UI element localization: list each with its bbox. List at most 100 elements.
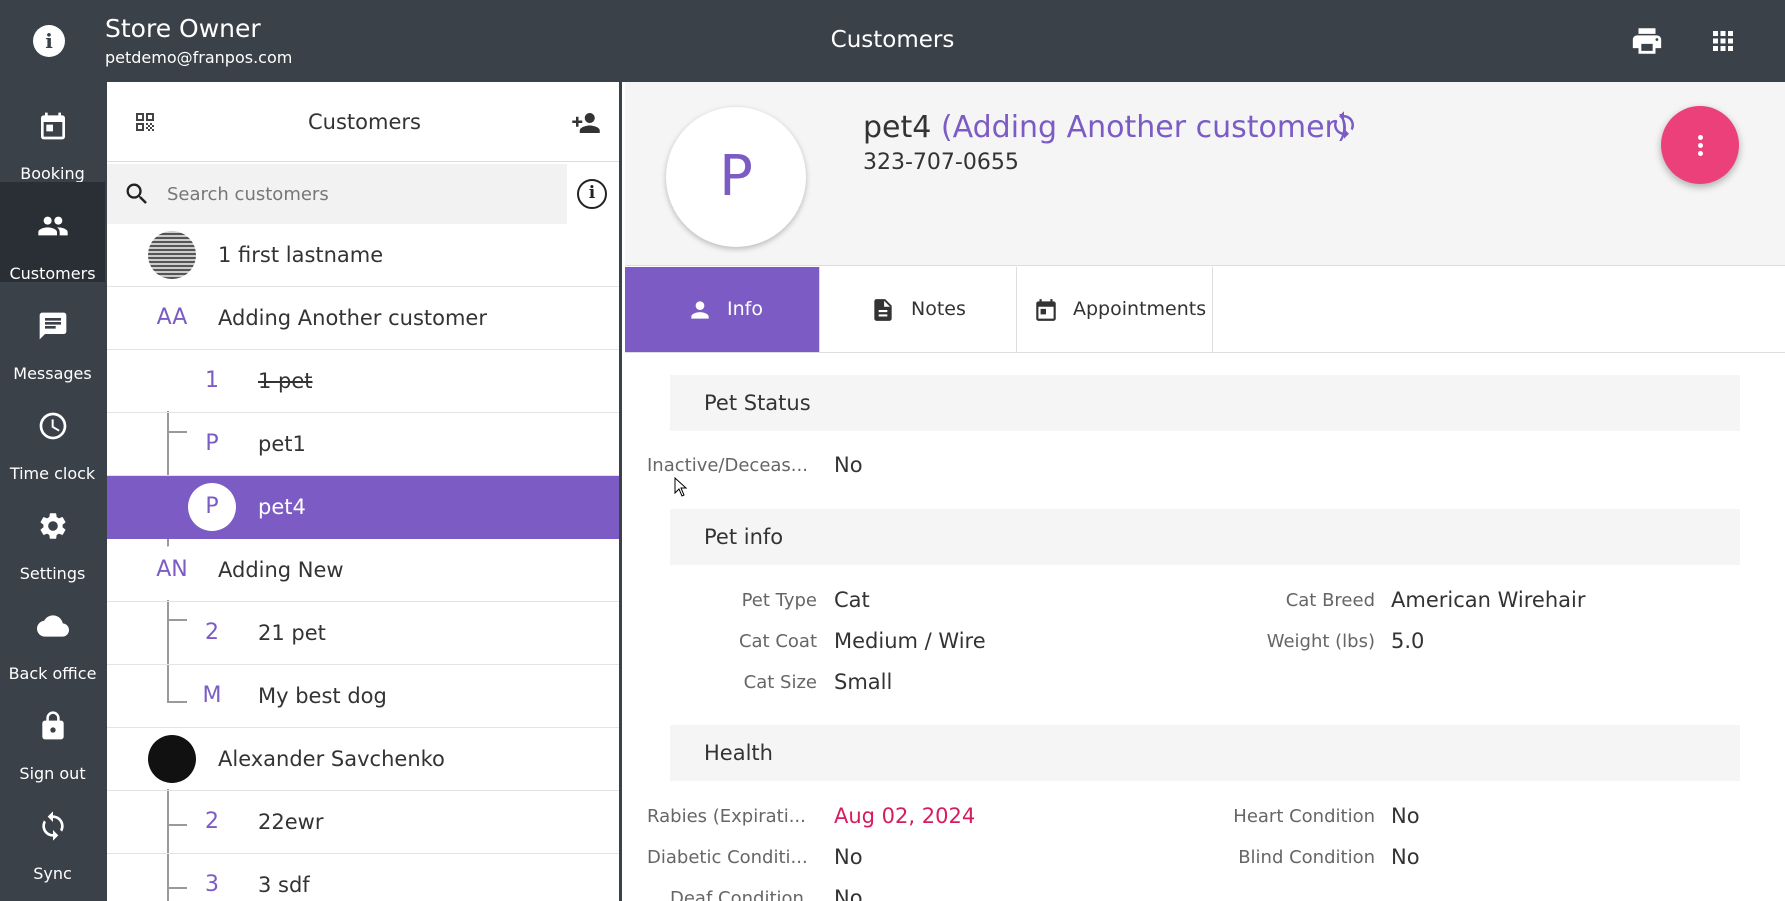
field-value: No (834, 886, 863, 901)
refresh-icon[interactable] (1329, 110, 1359, 140)
field-label: Diabetic Conditi... (647, 847, 808, 868)
avatar: 3 (188, 861, 236, 901)
section-title: Health (704, 741, 773, 765)
more-vert-icon (1698, 135, 1703, 140)
field-value: Medium / Wire (834, 629, 986, 653)
list-item-pet-selected[interactable]: P pet4 (107, 476, 619, 539)
list-item-label: 21 pet (258, 621, 326, 645)
page-title: Customers (830, 27, 955, 53)
avatar: P (188, 483, 236, 531)
list-item-label: 3 sdf (258, 873, 310, 897)
list-item-pet[interactable]: 3 3 sdf (107, 854, 619, 901)
nav-label: Messages (13, 364, 92, 383)
avatar: M (188, 672, 236, 720)
avatar: 2 (188, 798, 236, 846)
list-item-label: Alexander Savchenko (218, 747, 445, 771)
field-value: American Wirehair (1391, 588, 1586, 612)
field-label: Cat Size (743, 672, 817, 693)
field-value: Small (834, 670, 893, 694)
list-item-pet[interactable]: 1 1 pet (107, 350, 619, 413)
people-icon (38, 216, 68, 236)
print-icon[interactable] (1630, 24, 1664, 58)
search-input[interactable] (167, 176, 547, 212)
nav-customers[interactable]: Customers (0, 182, 105, 283)
search-icon (126, 183, 147, 204)
avatar (148, 231, 196, 279)
list-item-customer[interactable]: AN Adding New (107, 539, 619, 602)
nav-label: Booking (20, 164, 85, 183)
avatar: 2 (188, 609, 236, 657)
sync-icon (42, 811, 64, 841)
pet-avatar: P (666, 107, 806, 247)
calendar-icon (1036, 299, 1056, 321)
field-label: Blind Condition (1238, 847, 1375, 868)
section-health: Health (670, 725, 1740, 781)
nav-time-clock[interactable]: Time clock (0, 382, 105, 483)
apps-grid-icon[interactable] (1708, 26, 1738, 56)
nav-settings[interactable]: Settings (0, 482, 105, 583)
section-pet-status: Pet Status (670, 375, 1740, 431)
tab-label: Info (727, 298, 763, 320)
nav-messages[interactable]: Messages (0, 282, 105, 383)
section-title: Pet info (704, 525, 784, 549)
field-value: 5.0 (1391, 629, 1425, 653)
info-icon[interactable]: i (577, 179, 607, 209)
list-item-pet[interactable]: P pet1 (107, 413, 619, 476)
nav-label: Time clock (9, 464, 96, 483)
list-item-label: 1 first lastname (218, 243, 384, 267)
nav-sync[interactable]: Sync (0, 782, 105, 883)
list-item-customer[interactable]: AA Adding Another customer (107, 287, 619, 350)
tab-notes[interactable]: Notes (820, 267, 1017, 352)
field-value: Cat (834, 588, 870, 612)
phone-number: 323-707-0655 (863, 150, 1019, 175)
tab-info[interactable]: Info (625, 267, 820, 352)
list-item-label: 1 pet (258, 369, 313, 393)
avatar: AA (148, 294, 196, 342)
owner-name[interactable]: (Adding Another customer) (941, 110, 1349, 145)
tab-label: Appointments (1073, 298, 1207, 320)
field-value: No (1391, 845, 1420, 869)
clock-icon (39, 412, 67, 440)
more-vert-icon (1698, 143, 1703, 148)
section-pet-info: Pet info (670, 509, 1740, 565)
field-label: Rabies (Expirati... (647, 806, 806, 827)
mouse-cursor-icon (674, 477, 688, 497)
customer-list-panel: Customers i 1 first lastname AA Adding A… (107, 82, 622, 901)
more-vert-icon (1698, 151, 1703, 156)
list-item-pet[interactable]: 2 22ewr (107, 791, 619, 854)
left-nav: Booking Customers Messages Time clock Se… (0, 82, 107, 901)
cloud-icon (37, 615, 69, 637)
add-user-icon[interactable] (571, 108, 601, 138)
list-item-pet[interactable]: 2 21 pet (107, 602, 619, 665)
field-value: No (834, 845, 863, 869)
document-icon (874, 299, 892, 321)
search-row: i (107, 164, 619, 224)
avatar: P (188, 420, 236, 468)
section-title: Pet Status (704, 391, 811, 415)
search-box (107, 164, 567, 224)
list-item-pet[interactable]: M My best dog (107, 665, 619, 728)
lock-icon (42, 711, 64, 740)
nav-label: Customers (9, 264, 96, 283)
list-item-customer[interactable]: Alexander Savchenko (107, 728, 619, 791)
pet-title: pet4 (Adding Another customer) (863, 110, 1349, 145)
list-item-label: 22ewr (258, 810, 324, 834)
avatar: AN (148, 546, 196, 594)
more-actions-button[interactable] (1661, 106, 1739, 184)
person-icon (691, 301, 709, 319)
field-label: Heart Condition (1233, 806, 1375, 827)
nav-sign-out[interactable]: Sign out (0, 682, 105, 783)
field-value: No (834, 453, 863, 477)
nav-back-office[interactable]: Back office (0, 582, 105, 683)
field-label: Cat Breed (1285, 590, 1375, 611)
nav-booking[interactable]: Booking (0, 82, 105, 183)
field-label: Cat Coat (738, 631, 817, 652)
list-item-label: My best dog (258, 684, 387, 708)
field-label: Inactive/Deceas... (647, 455, 808, 476)
chat-icon (39, 312, 67, 340)
nav-label: Sign out (19, 764, 86, 783)
tab-appointments[interactable]: Appointments (1017, 267, 1213, 352)
field-label: Pet Type (741, 590, 817, 611)
list-item-customer[interactable]: 1 first lastname (107, 224, 619, 287)
avatar (148, 735, 196, 783)
